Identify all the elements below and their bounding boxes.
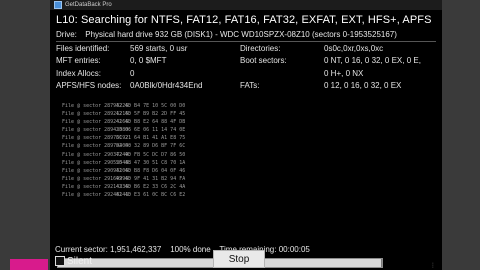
log-row: File @ sector 28979404:82 00 32 89 D6 BF… (62, 142, 432, 150)
stat-value: 0, 0 $MFT (130, 56, 167, 66)
stat-row: FATs: 0 12, 0 16, 0 32, 0 EX (240, 80, 421, 92)
search-log: File @ sector 28793226:42 4D B4 7E 10 5C… (62, 102, 432, 199)
log-bytes: 42 4D E3 61 0C BC C6 E2 (116, 192, 186, 199)
stat-value: 0 H+, 0 NX (324, 68, 364, 78)
stat-row: MFT entries: 0, 0 $MFT (56, 55, 203, 67)
log-file: File @ sector 29037249: (62, 151, 132, 158)
log-bytes: 42 4D 9F 41 31 B2 94 FA (116, 175, 186, 182)
log-file: File @ sector 29052548: (62, 159, 132, 166)
silent-toggle[interactable]: Silent (55, 254, 92, 268)
current-sector: Current sector: 1,951,462,337 (55, 245, 162, 254)
stat-row: Index Allocs: 0 (56, 68, 203, 80)
log-file: File @ sector 28976192: (62, 135, 132, 142)
log-row: File @ sector 28976192:3C 21 64 B1 41 A1… (62, 134, 432, 142)
log-file: File @ sector 28793226: (62, 103, 132, 109)
log-row: File @ sector 29037249:42 4D FB 5C DC D7… (62, 151, 432, 159)
drive-label: Drive: (56, 30, 77, 39)
right-stats: Directories: 0s0c,0xr,0xs,0xc Boot sector… (240, 43, 421, 92)
stat-label: Files identified: (56, 44, 110, 53)
drive-info: Drive: Physical hard drive 932 GB (DISK1… (56, 30, 397, 39)
stop-button[interactable]: Stop (213, 250, 265, 268)
stat-value: 0 (130, 68, 135, 78)
stat-label: Boot sectors: (240, 56, 287, 66)
log-bytes: 23 06 6E 06 11 14 74 0E (116, 127, 186, 134)
log-row: File @ sector 28943080:23 06 6E 06 11 14… (62, 126, 432, 134)
log-row: File @ sector 28924166:42 4D B8 E2 64 88… (62, 118, 432, 126)
log-row: File @ sector 29052548:50 4B 47 30 51 C8… (62, 159, 432, 167)
log-row: File @ sector 29169996:42 4D 9F 41 31 B2… (62, 175, 432, 183)
app-icon (54, 1, 62, 9)
status-line: Current sector: 1,951,462,337 100% done … (55, 245, 310, 254)
search-heading: L10: Searching for NTFS, FAT12, FAT16, F… (56, 14, 432, 26)
log-row: File @ sector 28921215:42 4D 5F B9 B2 2D… (62, 110, 432, 118)
stat-label: MFT entries: (56, 56, 101, 66)
stat-label: Index Allocs: (56, 68, 101, 78)
log-bytes: 42 4D B8 E2 64 88 4F DB (116, 119, 186, 126)
stat-value: 569 starts, 0 usr (130, 44, 188, 53)
stat-value: 0s0c,0xr,0xs,0xc (324, 44, 384, 53)
search-window: GetDataBack Pro L10: Searching for NTFS,… (50, 0, 442, 270)
taskbar-badge (10, 259, 48, 270)
log-bytes: 42 4D B6 E2 33 C6 2C 4A (116, 183, 186, 190)
log-file: File @ sector 28924166: (62, 119, 132, 126)
log-row: File @ sector 28793226:42 4D B4 7E 10 5C… (62, 102, 432, 110)
log-bytes: 42 4D FB 5C DC D7 86 50 (116, 151, 186, 158)
stat-row: Files identified: 569 starts, 0 usr (56, 43, 203, 55)
log-file: File @ sector 28921215: (62, 111, 132, 118)
stat-value: 0 12, 0 16, 0 32, 0 EX (324, 80, 402, 90)
drive-value: Physical hard drive 932 GB (DISK1) - WDC… (85, 30, 397, 39)
stat-row: Directories: 0s0c,0xr,0xs,0xc (240, 43, 421, 55)
log-bytes: 42 4D 5F B9 B2 2D FF 45 (116, 111, 186, 118)
stat-label: FATs: (240, 80, 260, 90)
window-title: GetDataBack Pro (65, 2, 112, 8)
log-file: File @ sector 29169996: (62, 175, 132, 182)
silent-checkbox[interactable] (55, 256, 65, 266)
log-file: File @ sector 28979404: (62, 143, 132, 150)
divider (56, 41, 436, 42)
resize-grip-icon[interactable]: ⋮ (430, 262, 436, 269)
log-bytes: 3C 21 64 B1 41 A1 E8 75 (116, 135, 186, 142)
log-row: File @ sector 29093106:42 4D B8 F8 D6 04… (62, 167, 432, 175)
log-bytes: 50 4B 47 30 51 C8 70 1A (116, 159, 186, 166)
stat-label: APFS/HFS nodes: (56, 80, 122, 90)
log-bytes: 42 4D B4 7E 10 5C 00 D0 (116, 103, 186, 109)
left-stats: Files identified: 569 starts, 0 usr MFT e… (56, 43, 203, 92)
title-bar: GetDataBack Pro (50, 0, 442, 10)
stat-value: 0A0Blk/0Hdr434End (130, 80, 203, 90)
silent-label: Silent (67, 255, 93, 267)
log-row: File @ sector 29248141:42 4D E3 61 0C BC… (62, 191, 432, 199)
stat-value: 0 NT, 0 16, 0 32, 0 EX, 0 E, (324, 56, 421, 66)
stat-row: Boot sectors: 0 NT, 0 16, 0 32, 0 EX, 0 E… (240, 55, 421, 67)
stat-row: APFS/HFS nodes: 0A0Blk/0Hdr434End (56, 80, 203, 92)
log-row: File @ sector 29214336:42 4D B6 E2 33 C6… (62, 183, 432, 191)
log-file: File @ sector 29248141: (62, 192, 132, 199)
log-bytes: 42 4D B8 F8 D6 04 0F 46 (116, 167, 186, 174)
log-file: File @ sector 29214336: (62, 183, 132, 190)
log-file: File @ sector 28943080: (62, 127, 132, 134)
log-bytes: 82 00 32 89 D6 BF 7F 6C (116, 143, 186, 150)
stat-row: 0 H+, 0 NX (240, 68, 421, 80)
percent-done: 100% done (170, 245, 211, 254)
log-file: File @ sector 29093106: (62, 167, 132, 174)
stat-label: Directories: (240, 44, 281, 53)
